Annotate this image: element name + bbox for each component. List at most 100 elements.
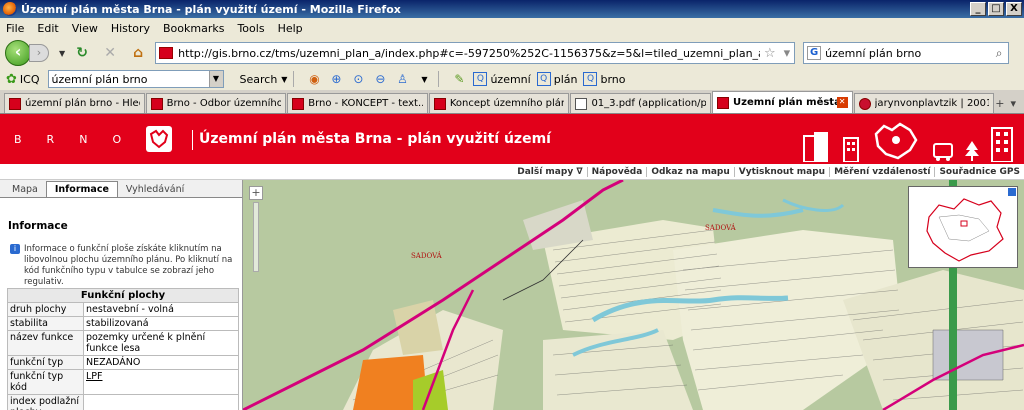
toolbar-search-combo[interactable]: územní plán brno ▼ <box>47 70 224 88</box>
gps-coords-button[interactable]: Souřadnice GPS <box>934 166 1024 177</box>
tab-6-active[interactable]: Územní plán města ...✕ <box>712 91 853 113</box>
addon-icon[interactable]: ◉ <box>306 71 322 87</box>
table-row: stabilita stabilizovaná <box>7 316 239 331</box>
tab-label: Brno - Odbor územního ... <box>166 98 282 109</box>
office-building-icon <box>991 127 1013 162</box>
tab-5[interactable]: 01_3.pdf (application/p... <box>570 93 712 113</box>
navigation-bar: ‹ › ▼ ↻ ✕ ⌂ http://gis.brno.cz/tms/uzemn… <box>0 38 1024 68</box>
minimize-button[interactable]: _ <box>970 2 986 16</box>
tab-label: jarynvonplavtzik | 2001... <box>874 98 990 109</box>
regulation-link[interactable]: LPF <box>86 371 103 382</box>
row-key: funkční typ kód <box>7 369 84 395</box>
combo-arrow-icon[interactable]: ▼ <box>208 71 223 87</box>
toolbar-search-label: Search <box>239 72 278 86</box>
icq-toolbar: ✿ ICQ územní plán brno ▼ Search ▼ ◉ ⊕ ⊙ … <box>0 68 1024 90</box>
table-row: funkční typ kód LPF <box>7 369 239 395</box>
brno-favicon-icon <box>292 97 305 110</box>
menu-history[interactable]: History <box>111 22 150 35</box>
locality-label: SADOVÁ <box>411 252 442 260</box>
zoom-out-icon[interactable]: ⊖ <box>372 71 388 87</box>
help-button[interactable]: Nápověda <box>586 166 647 177</box>
search-bar[interactable]: G územní plán brno ⌕ <box>803 42 1010 64</box>
reload-icon[interactable]: ↻ <box>71 42 93 64</box>
zoom-control: + <box>249 186 263 274</box>
tab-1[interactable]: územní plán brno - Hled... <box>4 93 145 113</box>
apple-favicon-icon <box>858 97 871 110</box>
left-panel: Mapa Informace Vyhledávání Informace i I… <box>0 180 243 410</box>
logo-letter: O <box>112 132 123 146</box>
toolbar-search-button[interactable]: Search ▼ <box>232 73 288 86</box>
home-icon[interactable]: ⌂ <box>127 42 149 64</box>
people-dropdown-icon[interactable]: ▼ <box>416 71 432 87</box>
search-input[interactable]: územní plán brno <box>825 47 990 60</box>
zoom-in-button[interactable]: + <box>249 186 263 200</box>
measure-distance-button[interactable]: Měření vzdáleností <box>829 166 934 177</box>
tab-informace[interactable]: Informace <box>45 181 118 197</box>
zoom-fit-icon[interactable]: ⊙ <box>350 71 366 87</box>
toolbar-link-plan[interactable]: plán <box>554 73 578 86</box>
window-titlebar: Územní plán města Brna - plán využití úz… <box>0 0 1024 18</box>
brno-logo[interactable]: B R N O <box>14 114 122 164</box>
tab-mapa[interactable]: Mapa <box>4 182 46 197</box>
overview-toggle-icon[interactable] <box>1008 188 1016 196</box>
menu-bookmarks[interactable]: Bookmarks <box>163 22 224 35</box>
menu-edit[interactable]: Edit <box>37 22 58 35</box>
tab-2[interactable]: Brno - Odbor územního ... <box>145 93 287 113</box>
row-key: stabilita <box>7 316 84 331</box>
url-text[interactable]: http://gis.brno.cz/tms/uzemni_plan_a/ind… <box>178 47 760 60</box>
link-brno-icon: Q <box>583 72 598 86</box>
people-icon[interactable]: ♙ <box>394 71 410 87</box>
tree-icon <box>965 141 979 161</box>
menu-bar: File Edit View History Bookmarks Tools H… <box>0 18 1024 38</box>
row-value: stabilizovaná <box>83 316 239 331</box>
menu-view[interactable]: View <box>72 22 98 35</box>
menu-file[interactable]: File <box>6 22 24 35</box>
menu-help[interactable]: Help <box>278 22 303 35</box>
tab-3[interactable]: Brno - KONCEPT - text... <box>287 93 428 113</box>
page-title: Územní plán města Brna - plán využití úz… <box>192 130 551 150</box>
panel-tabs: Mapa Informace Vyhledávání <box>0 180 242 198</box>
url-bar[interactable]: http://gis.brno.cz/tms/uzemni_plan_a/ind… <box>155 42 796 64</box>
bus-icon <box>933 143 953 161</box>
url-dropdown-icon[interactable]: ▾ <box>784 46 791 61</box>
icq-flower-icon: ✿ <box>6 71 17 87</box>
other-maps-button[interactable]: Další mapy ∇ <box>513 167 586 177</box>
function-table: Funkční plochy druh plochy nestavební - v… <box>7 288 239 410</box>
map-canvas[interactable]: SADOVÁ SADOVÁ + <box>243 180 1024 410</box>
map-toolbar: Další mapy ∇ Nápověda Odkaz na mapu Vyti… <box>0 164 1024 180</box>
google-icon[interactable]: G <box>807 46 822 60</box>
close-button[interactable]: X <box>1006 2 1022 16</box>
highlight-icon[interactable]: ✎ <box>451 71 467 87</box>
tab-close-icon[interactable]: ✕ <box>836 97 848 108</box>
tab-list-icon[interactable]: ▾ <box>1010 97 1016 110</box>
locality-label: SADOVÁ <box>705 224 736 232</box>
search-icon[interactable]: ⌕ <box>990 46 1008 61</box>
bookmark-star-icon[interactable]: ☆ <box>764 46 776 61</box>
back-button[interactable]: ‹ <box>5 40 31 66</box>
new-tab-icon[interactable]: + <box>995 97 1004 110</box>
toolbar-link-brno[interactable]: brno <box>600 73 625 86</box>
tab-vyhledavani[interactable]: Vyhledávání <box>118 182 192 197</box>
link-uzemni-icon: Q <box>473 72 488 86</box>
tab-7[interactable]: jarynvonplavtzik | 2001... <box>853 93 995 113</box>
toolbar-link-uzemni[interactable]: územní <box>490 73 530 86</box>
site-favicon-icon <box>159 47 174 59</box>
firefox-icon <box>3 2 17 16</box>
row-key: název funkce <box>7 330 84 356</box>
overview-map[interactable] <box>908 186 1018 268</box>
icq-label: ICQ <box>19 72 40 86</box>
zoom-in-icon[interactable]: ⊕ <box>328 71 344 87</box>
stop-icon[interactable]: ✕ <box>99 42 121 64</box>
menu-tools[interactable]: Tools <box>237 22 264 35</box>
forward-button[interactable]: › <box>29 44 49 62</box>
map-link-button[interactable]: Odkaz na mapu <box>646 166 733 177</box>
search-dropdown-icon[interactable]: ▼ <box>281 75 287 84</box>
zoom-slider[interactable] <box>253 202 259 272</box>
history-dropdown-icon[interactable]: ▼ <box>59 49 65 58</box>
toolbar-search-value[interactable]: územní plán brno <box>52 73 209 86</box>
table-row: index podlažní plochy <box>7 394 239 410</box>
maximize-button[interactable]: □ <box>988 2 1004 16</box>
tab-4[interactable]: Koncept územního plánu <box>428 93 570 113</box>
print-map-button[interactable]: Vytisknout mapu <box>733 166 829 177</box>
icq-button[interactable]: ✿ ICQ <box>6 72 40 87</box>
